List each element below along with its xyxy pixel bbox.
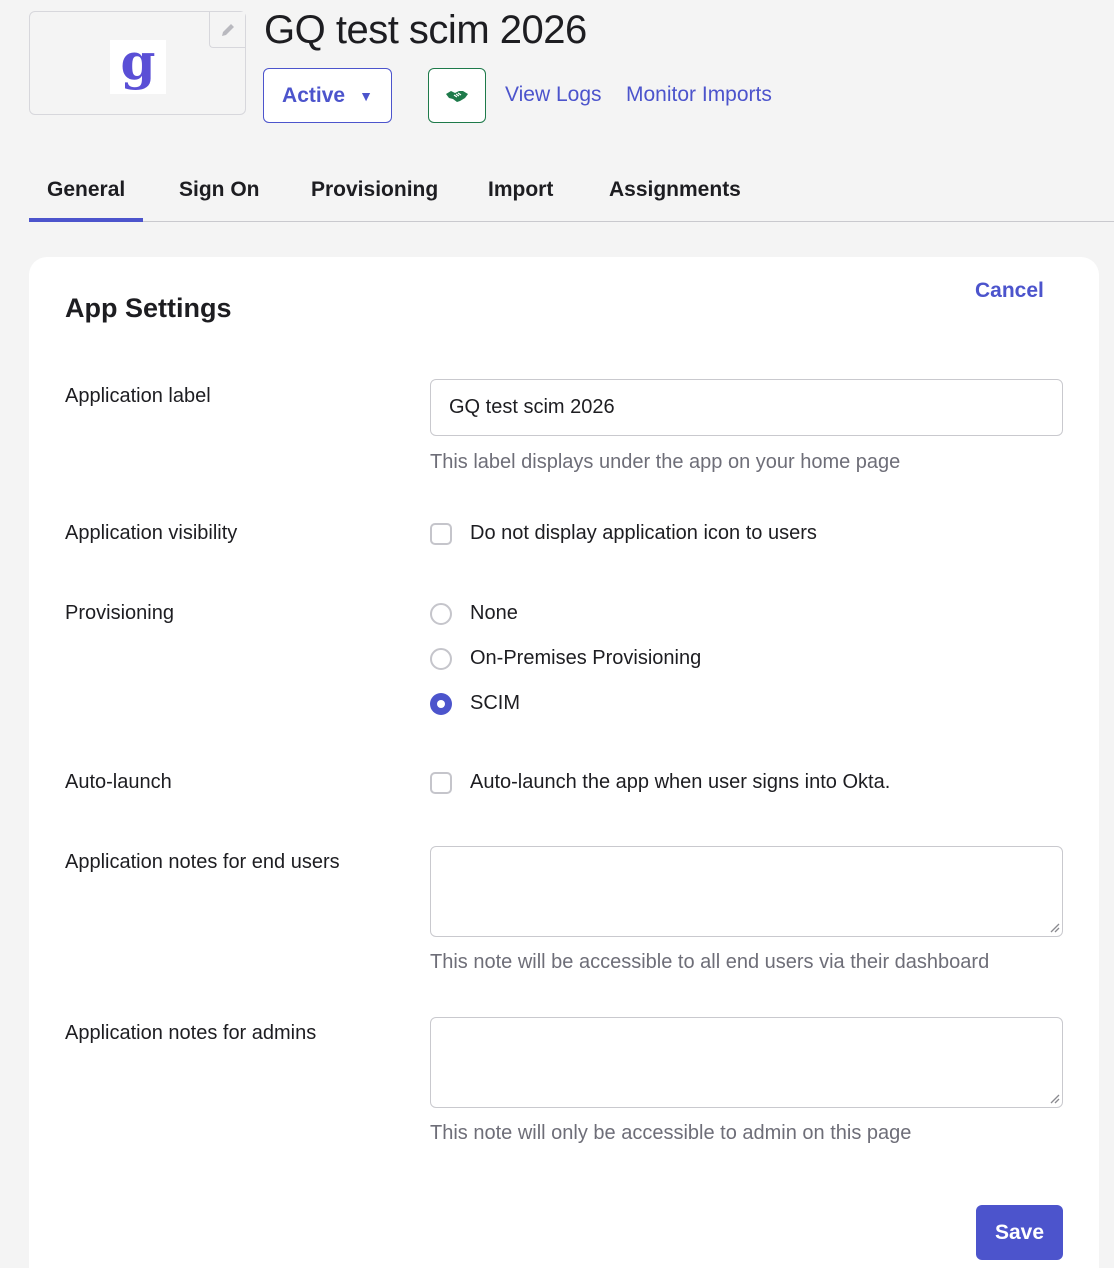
auto-launch-option[interactable]: Auto-launch the app when user signs into… bbox=[430, 771, 890, 794]
save-button[interactable]: Save bbox=[976, 1205, 1063, 1260]
auto-launch-label: Auto-launch bbox=[65, 771, 172, 793]
provisioning-option-label: SCIM bbox=[470, 692, 520, 714]
provisioning-radio-on-premises[interactable] bbox=[430, 647, 452, 670]
auto-launch-option-label: Auto-launch the app when user signs into… bbox=[470, 771, 891, 793]
tab-import[interactable]: Import bbox=[488, 178, 553, 202]
app-settings-card: App Settings Cancel Application label Th… bbox=[29, 257, 1099, 1268]
end-user-notes-help: This note will be accessible to all end … bbox=[430, 951, 990, 973]
admin-notes-label: Application notes for admins bbox=[65, 1022, 317, 1044]
auto-launch-checkbox[interactable] bbox=[430, 771, 452, 794]
provisioning-radio-scim[interactable] bbox=[430, 692, 452, 715]
end-user-notes-label: Application notes for end users bbox=[65, 851, 340, 873]
cancel-button[interactable]: Cancel bbox=[975, 279, 1044, 303]
provisioning-option-label: On-Premises Provisioning bbox=[470, 647, 702, 669]
section-title: App Settings bbox=[65, 293, 232, 323]
application-visibility-label: Application visibility bbox=[65, 522, 238, 544]
provisioning-option-none[interactable]: None bbox=[430, 602, 518, 625]
active-tab-indicator bbox=[29, 218, 143, 222]
admin-notes-textarea[interactable] bbox=[430, 1017, 1063, 1108]
provisioning-label: Provisioning bbox=[65, 602, 174, 624]
tab-assignments[interactable]: Assignments bbox=[609, 178, 741, 202]
application-label-help: This label displays under the app on you… bbox=[430, 451, 901, 473]
resize-grip-icon[interactable] bbox=[1048, 921, 1060, 933]
provisioning-option-on-premises[interactable]: On-Premises Provisioning bbox=[430, 647, 701, 670]
edit-logo-button[interactable] bbox=[209, 12, 245, 48]
page-title: GQ test scim 2026 bbox=[264, 8, 587, 52]
tab-general[interactable]: General bbox=[47, 178, 125, 202]
hide-icon-option-label: Do not display application icon to users bbox=[470, 522, 817, 544]
admin-notes-help: This note will only be accessible to adm… bbox=[430, 1122, 912, 1144]
provisioning-option-label: None bbox=[470, 602, 518, 624]
monitor-imports-link[interactable]: Monitor Imports bbox=[626, 83, 772, 107]
tab-bar: General Sign On Provisioning Import Assi… bbox=[29, 160, 1114, 222]
chevron-down-icon: ▼ bbox=[359, 87, 373, 104]
app-logo: g bbox=[110, 32, 166, 94]
view-logs-link[interactable]: View Logs bbox=[505, 83, 602, 107]
app-logo-box: g bbox=[29, 11, 246, 115]
status-dropdown-button[interactable]: Active ▼ bbox=[263, 68, 392, 123]
pencil-icon bbox=[221, 23, 234, 36]
tab-sign-on[interactable]: Sign On bbox=[179, 178, 260, 202]
handshake-icon bbox=[446, 90, 468, 102]
resize-grip-icon[interactable] bbox=[1048, 1092, 1060, 1104]
hide-icon-checkbox[interactable] bbox=[430, 522, 452, 545]
status-label: Active bbox=[282, 83, 346, 107]
application-label-label: Application label bbox=[65, 385, 211, 407]
hide-icon-option[interactable]: Do not display application icon to users bbox=[430, 522, 817, 545]
application-label-input[interactable] bbox=[430, 379, 1063, 436]
app-logo-letter: g bbox=[120, 32, 156, 91]
handshake-button[interactable] bbox=[428, 68, 486, 123]
provisioning-option-scim[interactable]: SCIM bbox=[430, 692, 520, 715]
provisioning-radio-none[interactable] bbox=[430, 602, 452, 625]
end-user-notes-textarea[interactable] bbox=[430, 846, 1063, 937]
tab-provisioning[interactable]: Provisioning bbox=[311, 178, 438, 202]
